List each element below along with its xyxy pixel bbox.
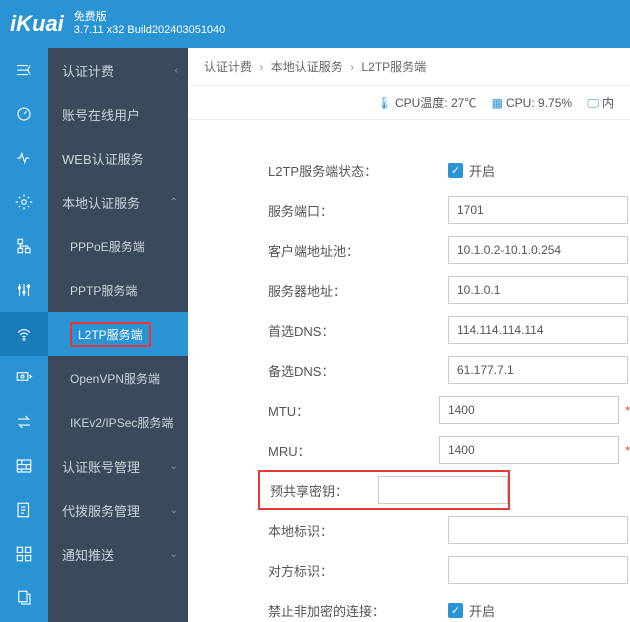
nav-copy-icon[interactable] xyxy=(0,576,48,620)
mru-label: MRU： xyxy=(188,441,439,460)
nav-network-icon[interactable] xyxy=(0,224,48,268)
port-label: 服务端口： xyxy=(188,201,448,220)
nav-apps-icon[interactable] xyxy=(0,532,48,576)
local-id-label: 本地标识： xyxy=(188,521,448,540)
psk-input[interactable] xyxy=(378,476,508,504)
dns1-input[interactable] xyxy=(448,316,628,344)
version-info: 免费版 3.7.11 x32 Build202403051040 xyxy=(74,11,226,37)
dns2-label: 备选DNS： xyxy=(188,361,448,380)
breadcrumb: 认证计费 › 本地认证服务 › L2TP服务端 xyxy=(188,48,630,86)
nav-monitor-icon[interactable] xyxy=(0,136,48,180)
local-id-input[interactable] xyxy=(448,516,628,544)
nav-swap-icon[interactable] xyxy=(0,400,48,444)
server-addr-input[interactable] xyxy=(448,276,628,304)
sidebar-item-local-auth[interactable]: 本地认证服务⌃ xyxy=(48,180,188,224)
breadcrumb-b[interactable]: 本地认证服务 xyxy=(271,60,343,74)
edition-label: 免费版 xyxy=(74,11,226,24)
dns1-label: 首选DNS： xyxy=(188,321,448,340)
mtu-label: MTU： xyxy=(188,401,439,420)
breadcrumb-a[interactable]: 认证计费 xyxy=(204,60,252,74)
nav-sliders-icon[interactable] xyxy=(0,268,48,312)
psk-label: 预共享密钥： xyxy=(260,481,378,500)
sidebar-item-account-mgmt[interactable]: 认证账号管理⌄ xyxy=(48,444,188,488)
monitor-icon: 🖵 xyxy=(587,96,599,110)
mru-input[interactable] xyxy=(439,436,619,464)
breadcrumb-sep: › xyxy=(350,60,354,74)
status-on-label: 开启 xyxy=(469,161,495,180)
breadcrumb-sep: › xyxy=(259,60,263,74)
sidebar-item-proxy-mgmt[interactable]: 代拨服务管理⌄ xyxy=(48,488,188,532)
deny-on-label: 开启 xyxy=(469,601,495,620)
nav-menu-icon[interactable] xyxy=(0,48,48,92)
version-label: 3.7.11 x32 Build202403051040 xyxy=(74,24,226,37)
sidebar-item-pptp[interactable]: PPTP服务端 xyxy=(48,268,188,312)
required-mark: * xyxy=(625,403,630,418)
status-line: 🌡CPU温度: 27℃ ▦CPU: 9.75% 🖵内 xyxy=(188,86,630,120)
l2tp-form: L2TP服务端状态： ✓ 开启 服务端口： 客户端地址池： 服务器地址： 首选DN… xyxy=(188,120,630,622)
sidebar-item-online-users[interactable]: 账号在线用户 xyxy=(48,92,188,136)
deny-checkbox[interactable]: ✓ xyxy=(448,603,463,618)
main-content: 认证计费 › 本地认证服务 › L2TP服务端 🌡CPU温度: 27℃ ▦CPU… xyxy=(188,48,630,622)
icon-column xyxy=(0,0,48,622)
remote-id-label: 对方标识： xyxy=(188,561,448,580)
nav-firewall-icon[interactable] xyxy=(0,444,48,488)
chevron-down-icon: ⌄ xyxy=(170,505,178,516)
client-pool-label: 客户端地址池： xyxy=(188,241,448,260)
sidebar-item-openvpn[interactable]: OpenVPN服务端 xyxy=(48,356,188,400)
sidebar-item-web-auth[interactable]: WEB认证服务 xyxy=(48,136,188,180)
cpu-icon: ▦ xyxy=(492,96,503,110)
nav-wifi-icon[interactable] xyxy=(0,312,48,356)
thermometer-icon: 🌡 xyxy=(377,96,392,110)
nav-log-icon[interactable] xyxy=(0,488,48,532)
sidebar-item-auth-billing[interactable]: 认证计费‹ xyxy=(48,48,188,92)
status-checkbox[interactable]: ✓ xyxy=(448,163,463,178)
chevron-down-icon: ⌄ xyxy=(170,549,178,560)
client-pool-input[interactable] xyxy=(448,236,628,264)
required-mark: * xyxy=(625,443,630,458)
deny-unenc-label: 禁止非加密的连接： xyxy=(188,601,448,620)
remote-id-input[interactable] xyxy=(448,556,628,584)
chevron-up-icon: ⌃ xyxy=(170,197,178,208)
status-label: L2TP服务端状态： xyxy=(188,161,448,180)
nav-user-auth-icon[interactable] xyxy=(0,356,48,400)
brand-logo: iKuai xyxy=(10,11,64,37)
sidebar-item-ikev2[interactable]: IKEv2/IPSec服务端 xyxy=(48,400,188,444)
nav-dashboard-icon[interactable] xyxy=(0,92,48,136)
sidebar-item-l2tp[interactable]: L2TP服务端 xyxy=(48,312,188,356)
mtu-input[interactable] xyxy=(439,396,619,424)
chevron-down-icon: ⌄ xyxy=(170,461,178,472)
sidebar-item-notify[interactable]: 通知推送⌄ xyxy=(48,532,188,576)
sidebar: 认证计费‹ 账号在线用户 WEB认证服务 本地认证服务⌃ PPPoE服务端 PP… xyxy=(48,0,188,622)
port-input[interactable] xyxy=(448,196,628,224)
chevron-left-icon: ‹ xyxy=(175,65,178,76)
dns2-input[interactable] xyxy=(448,356,628,384)
server-addr-label: 服务器地址： xyxy=(188,281,448,300)
sidebar-item-pppoe[interactable]: PPPoE服务端 xyxy=(48,224,188,268)
breadcrumb-c: L2TP服务端 xyxy=(361,60,426,74)
nav-settings-icon[interactable] xyxy=(0,180,48,224)
top-bar: iKuai 免费版 3.7.11 x32 Build202403051040 xyxy=(0,0,630,48)
